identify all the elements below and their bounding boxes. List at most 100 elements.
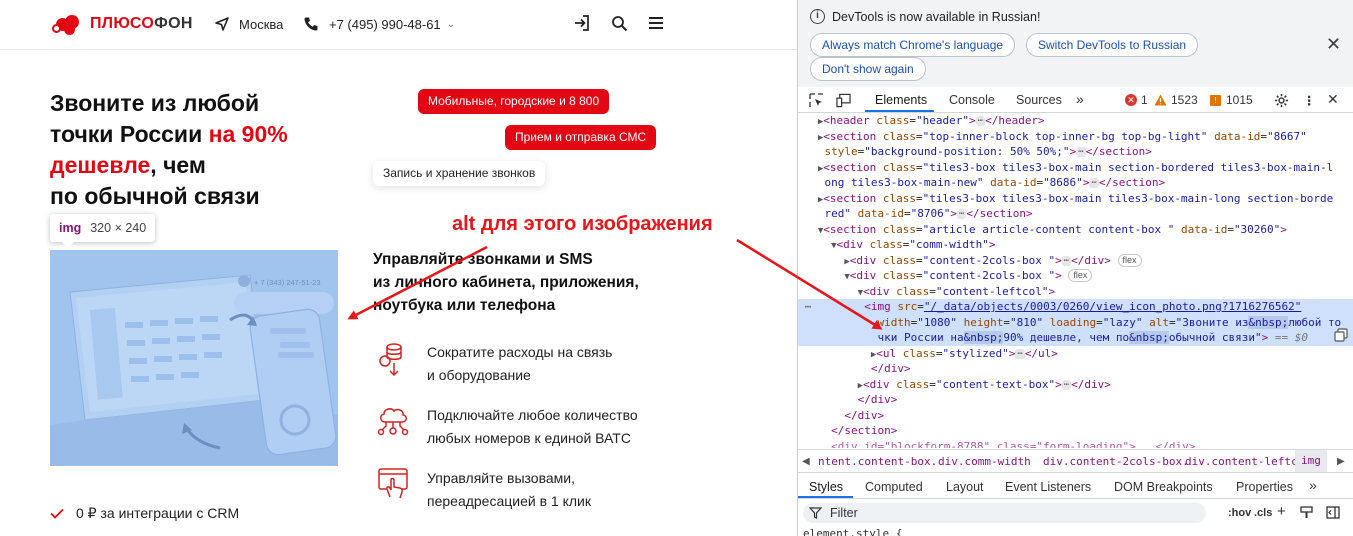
notice-message: i DevTools is now available in Russian! bbox=[810, 9, 1040, 24]
toggle-sidebar-icon[interactable] bbox=[1326, 506, 1340, 519]
always-match-language-button[interactable]: Always match Chrome's language bbox=[810, 33, 1016, 57]
subtab-styles[interactable]: Styles bbox=[809, 480, 843, 494]
warnings-badge[interactable]: 1523 bbox=[1154, 93, 1198, 107]
filter-placeholder: Filter bbox=[830, 506, 858, 520]
feature-text: Сократите расходы на связь bbox=[427, 344, 613, 360]
dom-node-cont: ong tiles3-box-main-new" data-id="8686">… bbox=[824, 176, 1166, 189]
dom-node-close: </div> bbox=[844, 408, 885, 422]
hover-state-toggle[interactable]: :hov bbox=[1228, 507, 1251, 519]
login-button[interactable] bbox=[572, 13, 592, 33]
chevron-down-icon: ⌄ bbox=[446, 18, 456, 30]
styles-filter-row: Filter :hov .cls + bbox=[798, 500, 1353, 526]
warnings-count: 1523 bbox=[1171, 93, 1198, 107]
inspect-element-icon[interactable] bbox=[809, 93, 824, 108]
tab-elements[interactable]: Elements bbox=[875, 93, 927, 107]
warning-icon bbox=[1154, 94, 1167, 106]
cloud-network-icon bbox=[373, 404, 413, 444]
class-toggle[interactable]: .cls bbox=[1254, 507, 1272, 519]
more-tabs-icon[interactable]: » bbox=[1076, 91, 1084, 107]
subtab-properties[interactable]: Properties bbox=[1236, 480, 1293, 494]
breadcrumb-item-current[interactable]: img bbox=[1295, 450, 1327, 472]
dom-node-cont: red" data-id="8706"> ⋯ </section> bbox=[824, 207, 1033, 220]
subtab-dom-breakpoints[interactable]: DOM Breakpoints bbox=[1114, 480, 1213, 494]
mock-phone-number: + 7 (343) 247-51-23 bbox=[254, 278, 321, 287]
settings-gear-icon[interactable] bbox=[1274, 93, 1289, 108]
feature-item: Управляйте вызовами, переадресацией в 1 к… bbox=[373, 467, 667, 513]
issues-count: 1015 bbox=[1226, 93, 1253, 107]
check-icon bbox=[50, 508, 64, 519]
coins-down-icon bbox=[373, 341, 413, 381]
dont-show-again-button[interactable]: Don't show again bbox=[810, 57, 926, 81]
subtab-layout[interactable]: Layout bbox=[946, 480, 984, 494]
crm-benefit: 0 ₽ за интеграции с CRM bbox=[50, 505, 239, 522]
breadcrumb-item[interactable]: div.content-2cols-box. bbox=[1043, 455, 1189, 468]
feature-text: и оборудование bbox=[427, 367, 531, 383]
styles-subtabs: Styles Computed Layout Event Listeners D… bbox=[798, 474, 1353, 499]
breadcrumb-scroll-right-icon[interactable]: ▶ bbox=[1337, 456, 1345, 467]
new-style-rule-icon[interactable]: + bbox=[1277, 503, 1286, 520]
city-selector[interactable]: Москва bbox=[214, 16, 283, 32]
errors-count: 1 bbox=[1141, 93, 1148, 107]
pill-sms: Прием и отправка СМС bbox=[505, 125, 657, 150]
device-toolbar-icon[interactable] bbox=[836, 93, 851, 108]
website-viewport: ПЛЮСОФОН Москва +7 (495) 990-48-61 ⌄ Зво… bbox=[0, 0, 797, 536]
dom-node-close: </div> bbox=[870, 362, 911, 375]
styles-filter-input[interactable]: Filter bbox=[803, 503, 1206, 523]
breadcrumb-item[interactable]: div.content-leftcol bbox=[1185, 455, 1311, 468]
paint-brush-icon[interactable] bbox=[1300, 506, 1313, 519]
notice-text: DevTools is now available in Russian! bbox=[832, 9, 1041, 24]
hero-image-highlighted[interactable]: + 7 (343) 247-51-23 bbox=[50, 250, 338, 466]
elements-dom-tree: ▶<header class="header"> ⋯ </header> ▶<sec… bbox=[798, 113, 1353, 448]
filter-icon bbox=[809, 507, 822, 519]
language-notice-bar: i DevTools is now available in Russian! … bbox=[798, 0, 1353, 87]
errors-badge[interactable]: ✕ 1 bbox=[1125, 93, 1148, 107]
city-label: Москва bbox=[239, 16, 284, 32]
switch-to-russian-button[interactable]: Switch DevTools to Russian bbox=[1026, 33, 1199, 57]
subtab-event-listeners[interactable]: Event Listeners bbox=[1005, 480, 1091, 494]
pill-mobile-numbers: Мобильные, городские и 8 800 bbox=[418, 89, 610, 114]
close-devtools-icon[interactable]: ✕ bbox=[1327, 91, 1339, 108]
dom-node[interactable]: <div id="blockform-8788" class="form-loa… bbox=[798, 439, 1353, 449]
logo-text: ПЛЮСОФОН bbox=[90, 15, 193, 32]
breadcrumb-item[interactable]: ntent.content-box. bbox=[818, 455, 937, 468]
header-actions bbox=[572, 13, 666, 33]
phone-selector[interactable]: +7 (495) 990-48-61 ⌄ bbox=[303, 16, 455, 32]
site-logo[interactable]: ПЛЮСОФОН bbox=[50, 12, 193, 36]
feature-text: переадресацией в 1 клик bbox=[427, 493, 591, 509]
section-subtitle: Управляйте звонками и SMS из личного каб… bbox=[373, 251, 639, 314]
dom-breadcrumbs: ◀ ntent.content-box. div.comm-width div.… bbox=[798, 449, 1353, 473]
issues-badge[interactable]: ! 1015 bbox=[1210, 93, 1253, 107]
search-button[interactable] bbox=[609, 13, 629, 33]
menu-button[interactable] bbox=[646, 13, 666, 33]
info-icon: i bbox=[810, 9, 825, 24]
dom-node-cont: style="background-position: 50% 50%;"> ⋯ <… bbox=[824, 145, 1152, 158]
active-tab-indicator bbox=[865, 110, 934, 112]
feature-text: Подключайте любое количество bbox=[427, 407, 638, 423]
breadcrumb-scroll-left-icon[interactable]: ◀ bbox=[802, 456, 810, 467]
logo-mark-icon bbox=[50, 12, 86, 36]
tab-sources[interactable]: Sources bbox=[1016, 93, 1062, 107]
feature-text: любых номеров к единой ВАТС bbox=[427, 430, 631, 446]
dom-node-selected-img[interactable]: ⋯ <img src="/_data/objects/0003/0260/vie… bbox=[798, 299, 1353, 315]
subtab-computed[interactable]: Computed bbox=[865, 480, 923, 494]
feature-item: Подключайте любое количество любых номеро… bbox=[373, 404, 667, 450]
element-style-rule: element.style { bbox=[803, 527, 903, 536]
tooltip-tag: img bbox=[59, 221, 82, 235]
dom-node-close: </div> bbox=[857, 393, 898, 406]
site-header: ПЛЮСОФОН Москва +7 (495) 990-48-61 ⌄ bbox=[0, 0, 797, 50]
copy-node-icon[interactable] bbox=[1334, 328, 1348, 342]
close-icon[interactable]: ✕ bbox=[1326, 34, 1341, 55]
laptop-phone-illustration: + 7 (343) 247-51-23 bbox=[50, 274, 338, 466]
tab-console[interactable]: Console bbox=[949, 93, 995, 107]
feature-item: Сократите расходы на связь и оборудование bbox=[373, 341, 667, 387]
more-options-icon[interactable]: ⋮ bbox=[1303, 93, 1316, 108]
login-icon bbox=[575, 15, 589, 31]
hamburger-icon bbox=[649, 17, 663, 29]
phone-number: +7 (495) 990-48-61 bbox=[329, 16, 441, 32]
more-subtabs-icon[interactable]: » bbox=[1309, 477, 1317, 493]
hero-title: Звоните из любой точки России на 90% деш… bbox=[50, 90, 288, 209]
pill-call-recording: Запись и хранение звонков bbox=[373, 161, 546, 186]
breadcrumb-item[interactable]: div.comm-width bbox=[938, 455, 1031, 468]
search-icon bbox=[611, 15, 627, 31]
dom-node-cont: width="1080" height="810" loading="lazy"… bbox=[877, 315, 1342, 329]
